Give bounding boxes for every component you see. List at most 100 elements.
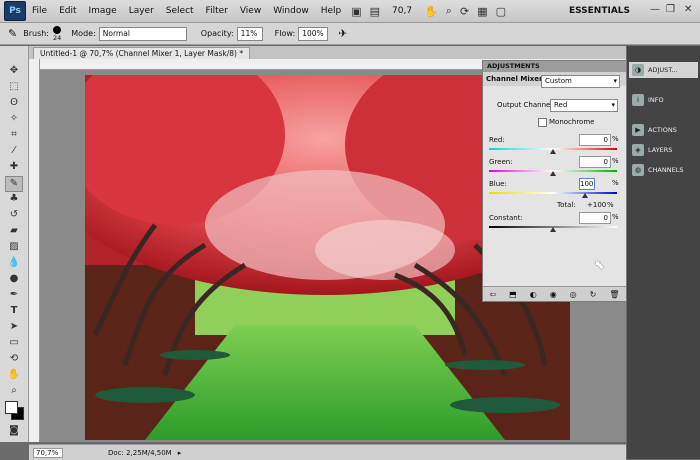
red-slider-thumb[interactable] (550, 149, 556, 154)
crop-tool-icon[interactable]: ⌗ (6, 128, 22, 142)
document-tab[interactable]: Untitled-1 @ 70,7% (Channel Mixer 1, Lay… (33, 47, 251, 59)
adjustments-panel-title[interactable]: ADJUSTMENTS (483, 61, 626, 72)
type-tool-icon[interactable]: T (6, 304, 22, 318)
dock-layers[interactable]: ◈ LAYERS (629, 142, 698, 158)
bridge-icon[interactable]: ▣ (351, 5, 361, 18)
brush-size: 24 (53, 33, 62, 42)
menu-help[interactable]: Help (315, 6, 348, 16)
arrange-icon[interactable]: ▦ (477, 5, 487, 18)
dock-layers-label: LAYERS (648, 146, 673, 154)
expand-view-icon[interactable]: ⬒ (509, 290, 517, 299)
menu-view[interactable]: View (234, 6, 267, 16)
vertical-ruler[interactable] (29, 59, 40, 442)
dock-info-label: INFO (648, 96, 664, 104)
adjustments-panel: ADJUSTMENTS Channel Mixer Custom Output … (482, 60, 627, 302)
history-brush-icon[interactable]: ↺ (6, 208, 22, 222)
status-menu-arrow-icon[interactable]: ▸ (178, 449, 182, 457)
preset-select[interactable]: Custom (541, 75, 620, 88)
view-previous-icon[interactable]: ◎ (570, 290, 577, 299)
mode-select[interactable]: Normal (98, 26, 187, 41)
dock-adjustments[interactable]: ◑ ADJUST... (629, 62, 698, 78)
workspace-switcher[interactable]: ESSENTIALS (569, 6, 630, 16)
brush-tip-icon (53, 25, 62, 34)
airbrush-icon[interactable]: ✈ (338, 27, 347, 40)
blue-label: Blue: (489, 180, 507, 188)
maximize-icon[interactable]: ❐ (666, 4, 675, 15)
menu-layer[interactable]: Layer (123, 6, 160, 16)
menu-filter[interactable]: Filter (200, 6, 234, 16)
monochrome-label: Monochrome (549, 118, 595, 126)
quick-select-icon[interactable]: ✧ (6, 112, 22, 126)
adjustments-icon: ◑ (632, 64, 644, 76)
move-tool-icon[interactable]: ✥ (6, 64, 22, 78)
clone-stamp-icon[interactable]: ♣ (6, 192, 22, 206)
red-value[interactable]: 0 (579, 134, 611, 146)
dock-adjustments-label: ADJUST... (648, 66, 678, 74)
document-tab-bar: Untitled-1 @ 70,7% (Channel Mixer 1, Lay… (29, 46, 626, 60)
menu-file[interactable]: File (26, 6, 53, 16)
delete-adjustment-icon[interactable]: 🗑 (609, 290, 619, 299)
pen-tool-icon[interactable]: ✒ (6, 288, 22, 302)
flow-field[interactable]: 100% (298, 26, 329, 41)
zoom-tool-icon[interactable]: ⌕ (6, 384, 22, 398)
return-to-list-icon[interactable]: ⇦ (489, 290, 496, 299)
monochrome-checkbox[interactable] (538, 118, 547, 127)
hand-tool-icon[interactable]: ✋ (6, 368, 22, 382)
dock-actions-label: ACTIONS (648, 126, 677, 134)
status-doc-size: Doc: 2,25M/4,50M (108, 448, 172, 457)
constant-value[interactable]: 0 (579, 212, 611, 224)
minimize-icon[interactable]: — (650, 4, 660, 15)
menu-window[interactable]: Window (267, 6, 315, 16)
lasso-tool-icon[interactable]: ʘ (6, 96, 22, 110)
output-channel-select[interactable]: Red (550, 99, 618, 112)
clip-to-layer-icon[interactable]: ◐ (530, 290, 537, 299)
reset-icon[interactable]: ↻ (590, 290, 597, 299)
green-value[interactable]: 0 (579, 156, 611, 168)
path-select-icon[interactable]: ➤ (6, 320, 22, 334)
adjustments-footer: ⇦ ⬒ ◐ ◉ ◎ ↻ 🗑 (483, 286, 626, 301)
foreground-color-swatch[interactable] (5, 401, 18, 414)
mouse-cursor-icon: ⬉ (594, 258, 605, 273)
menu-image[interactable]: Image (83, 6, 123, 16)
constant-slider-thumb[interactable] (550, 227, 556, 232)
blue-value[interactable]: 100 (579, 178, 595, 190)
eyedropper-icon[interactable]: ⁄ (6, 144, 22, 158)
shape-tool-icon[interactable]: ▭ (6, 336, 22, 350)
dodge-icon[interactable]: ● (6, 272, 22, 286)
brush-preset-picker[interactable]: 24 (53, 25, 62, 42)
mode-label: Mode: (71, 29, 96, 38)
flow-label: Flow: (274, 29, 296, 38)
status-zoom[interactable]: 70,7% (33, 447, 63, 458)
zoom-level[interactable]: 70,7 (392, 6, 412, 16)
blur-icon[interactable]: 💧 (6, 256, 22, 270)
extras-icon[interactable]: ▤ (370, 5, 380, 18)
green-slider-thumb[interactable] (550, 171, 556, 176)
menu-edit[interactable]: Edit (53, 6, 82, 16)
rotate-view-icon[interactable]: ⟳ (460, 5, 469, 18)
close-icon[interactable]: ✕ (684, 4, 692, 15)
info-icon: i (632, 94, 644, 106)
menu-select[interactable]: Select (160, 6, 200, 16)
visibility-eye-icon[interactable]: ◉ (550, 290, 557, 299)
panel-dock: ◑ ADJUST... i INFO ▶ ACTIONS ◈ LAYERS ◍ … (627, 46, 700, 459)
red-percent: % (612, 135, 619, 143)
blue-slider[interactable] (489, 192, 617, 194)
quick-mask-icon[interactable]: ◙ (6, 424, 22, 438)
zoom-icon[interactable]: ⌕ (446, 4, 452, 18)
healing-brush-icon[interactable]: ✚ (6, 160, 22, 174)
hand-icon[interactable]: ✋ (424, 5, 438, 18)
actions-icon: ▶ (632, 124, 644, 136)
gradient-icon[interactable]: ▨ (6, 240, 22, 254)
opacity-field[interactable]: 11% (236, 26, 263, 41)
brush-tool-icon[interactable]: ✎ (8, 27, 17, 40)
dock-channels[interactable]: ◍ CHANNELS (629, 162, 698, 178)
dock-info[interactable]: i INFO (629, 92, 698, 108)
marquee-tool-icon[interactable]: ⬚ (6, 80, 22, 94)
dock-actions[interactable]: ▶ ACTIONS (629, 122, 698, 138)
constant-percent: % (612, 213, 619, 221)
eraser-icon[interactable]: ▰ (6, 224, 22, 238)
screen-mode-icon[interactable]: ▢ (496, 5, 506, 18)
brush-tool-icon[interactable]: ✎ (5, 176, 23, 192)
3d-rotate-icon[interactable]: ⟲ (6, 352, 22, 366)
blue-slider-thumb[interactable] (582, 193, 588, 198)
